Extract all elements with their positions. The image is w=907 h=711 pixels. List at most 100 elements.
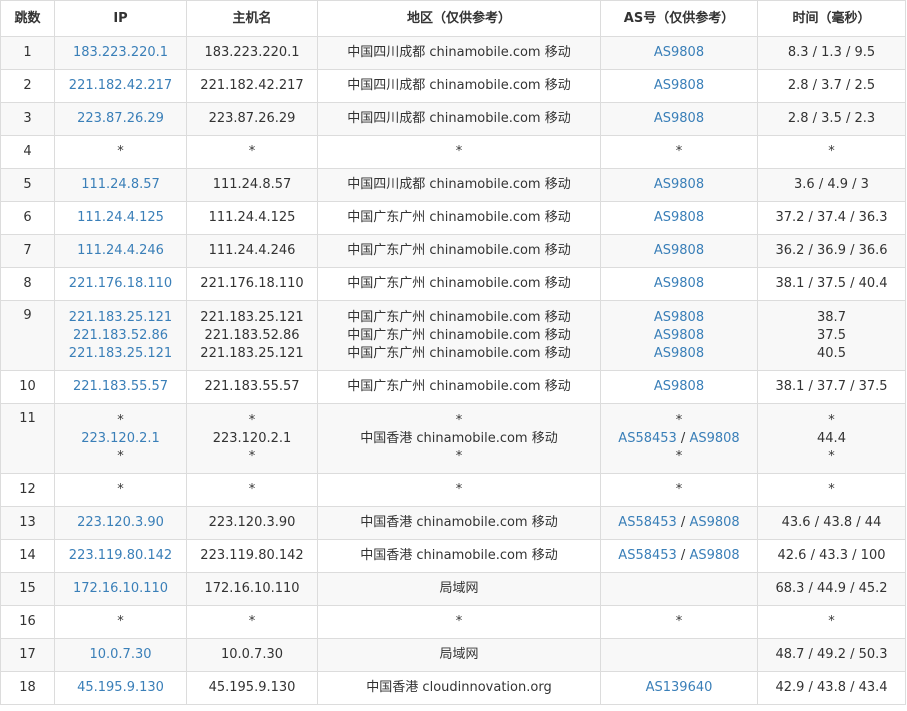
region-cell: 局域网 — [317, 572, 601, 606]
hostname-cell: 111.24.8.57 — [186, 168, 318, 202]
ip-link[interactable]: 183.223.220.1 — [73, 45, 168, 60]
hostname-cell-line: 223.120.3.90 — [188, 514, 317, 532]
hostname-cell-line: 45.195.9.130 — [188, 679, 317, 697]
ip-link[interactable]: 111.24.8.57 — [81, 177, 160, 192]
as-link[interactable]: AS9808 — [689, 515, 739, 530]
ip-link[interactable]: 223.120.3.90 — [77, 515, 164, 530]
ip-link[interactable]: 111.24.4.246 — [77, 243, 164, 258]
region-cell: * — [317, 135, 601, 169]
ip-link[interactable]: 221.183.55.57 — [73, 379, 168, 394]
time-cell: * 44.4 * — [757, 403, 906, 474]
ip-cell: 223.87.26.29 — [54, 102, 187, 136]
ip-cell: 223.119.80.142 — [54, 539, 187, 573]
as-link[interactable]: AS9808 — [654, 111, 704, 126]
as-cell-line — [602, 580, 757, 598]
ip-link[interactable]: 221.176.18.110 — [69, 276, 172, 291]
as-link[interactable]: AS9808 — [654, 78, 704, 93]
ip-link[interactable]: 223.119.80.142 — [69, 548, 172, 563]
region-cell-line: 中国广东广州 chinamobile.com 移动 — [319, 242, 600, 260]
time-text: 68.3 / 44.9 / 45.2 — [775, 581, 888, 596]
host-text: * — [248, 144, 256, 159]
ip-cell: * — [54, 135, 187, 169]
ip-link[interactable]: 111.24.4.125 — [77, 210, 164, 225]
as-link[interactable]: AS139640 — [646, 680, 713, 695]
ip-link[interactable]: 45.195.9.130 — [77, 680, 164, 695]
as-link[interactable]: AS9808 — [654, 243, 704, 258]
region-cell-line: 中国香港 cloudinnovation.org — [319, 679, 600, 697]
time-cell: 8.3 / 1.3 / 9.5 — [757, 36, 906, 70]
ip-link[interactable]: 221.183.52.86 — [73, 328, 168, 343]
ip-link[interactable]: 10.0.7.30 — [89, 647, 151, 662]
region-cell: 中国四川成都 chinamobile.com 移动 — [317, 69, 601, 103]
ip-cell-line: 221.183.25.121 — [56, 309, 186, 327]
as-cell-line: AS9808 — [602, 209, 757, 227]
time-cell-line: 43.6 / 43.8 / 44 — [759, 514, 905, 532]
ip-link[interactable]: 172.16.10.110 — [73, 581, 168, 596]
region-cell: 局域网 — [317, 638, 601, 672]
hostname-cell: 45.195.9.130 — [186, 671, 318, 705]
hostname-cell: 221.182.42.217 — [186, 69, 318, 103]
region-text: 中国四川成都 chinamobile.com 移动 — [347, 45, 571, 60]
ip-cell-line: * — [56, 481, 186, 499]
ip-link[interactable]: 221.183.25.121 — [69, 346, 172, 361]
as-link[interactable]: AS58453 — [618, 548, 677, 563]
as-cell-line: * — [602, 448, 757, 466]
ip-link[interactable]: 223.87.26.29 — [77, 111, 164, 126]
as-link[interactable]: AS9808 — [654, 210, 704, 225]
as-placeholder: * — [675, 614, 683, 629]
as-cell-line: AS58453 / AS9808 — [602, 514, 757, 532]
as-link[interactable]: AS58453 — [618, 515, 677, 530]
as-link[interactable]: AS9808 — [654, 346, 704, 361]
region-text: 局域网 — [439, 647, 479, 662]
as-link[interactable]: AS9808 — [654, 276, 704, 291]
time-text: 38.1 / 37.5 / 40.4 — [775, 276, 888, 291]
as-cell: AS58453 / AS9808 — [600, 506, 758, 540]
ip-link[interactable]: 221.183.25.121 — [69, 310, 172, 325]
time-cell: 2.8 / 3.7 / 2.5 — [757, 69, 906, 103]
region-text: 中国四川成都 chinamobile.com 移动 — [347, 177, 571, 192]
as-link[interactable]: AS9808 — [654, 379, 704, 394]
time-cell: 38.7 37.5 40.5 — [757, 300, 906, 371]
host-text: 183.223.220.1 — [204, 45, 300, 60]
hop-cell: 17 — [0, 638, 55, 672]
as-cell: AS9808 — [600, 168, 758, 202]
ip-cell: 221.183.55.57 — [54, 370, 187, 404]
as-link[interactable]: AS9808 — [689, 431, 739, 446]
region-text: 中国香港 chinamobile.com 移动 — [360, 430, 558, 446]
as-link[interactable]: AS9808 — [654, 45, 704, 60]
ip-cell: * — [54, 473, 187, 507]
time-text: 42.9 / 43.8 / 43.4 — [775, 680, 888, 695]
as-link[interactable]: AS9808 — [654, 177, 704, 192]
hostname-cell: 111.24.4.125 — [186, 201, 318, 235]
hop-cell: 2 — [0, 69, 55, 103]
hostname-cell-line: * — [188, 481, 317, 499]
as-cell-line: AS9808 — [602, 275, 757, 293]
region-text: 中国广东广州 chinamobile.com 移动 — [347, 327, 571, 343]
time-text: 2.8 / 3.7 / 2.5 — [787, 78, 876, 93]
hostname-cell-line: 223.87.26.29 — [188, 110, 317, 128]
ip-link[interactable]: 223.120.2.1 — [81, 431, 160, 446]
region-cell-line: 局域网 — [319, 580, 600, 598]
ip-cell: 172.16.10.110 — [54, 572, 187, 606]
as-link[interactable]: AS9808 — [654, 328, 704, 343]
region-cell-line: 中国香港 chinamobile.com 移动 — [319, 430, 600, 448]
as-link[interactable]: AS9808 — [689, 548, 739, 563]
header-ip: IP — [54, 0, 187, 37]
table-row: 1 183.223.220.1 183.223.220.1 中国四川成都 chinam… — [0, 36, 906, 70]
table-row: 17 10.0.7.30 10.0.7.30 局域网 48.7 / 49.2 / 50… — [0, 638, 906, 672]
region-cell: * — [317, 473, 601, 507]
time-text: * — [828, 482, 835, 497]
region-cell: 中国广东广州 chinamobile.com 移动 — [317, 370, 601, 404]
region-cell: 中国广东广州 chinamobile.com 移动 — [317, 234, 601, 268]
as-separator: / — [676, 548, 690, 563]
as-link[interactable]: AS9808 — [654, 310, 704, 325]
ip-cell-line: 111.24.4.246 — [56, 242, 186, 260]
ip-link[interactable]: 221.182.42.217 — [69, 78, 172, 93]
hop-cell: 3 — [0, 102, 55, 136]
table-row: 8 221.176.18.110 221.176.18.110 中国广东广州 chin… — [0, 267, 906, 301]
hostname-cell: 223.120.3.90 — [186, 506, 318, 540]
as-link[interactable]: AS58453 — [618, 431, 677, 446]
region-text: * — [455, 482, 463, 497]
hop-cell: 4 — [0, 135, 55, 169]
region-cell-line: 中国香港 chinamobile.com 移动 — [319, 514, 600, 532]
